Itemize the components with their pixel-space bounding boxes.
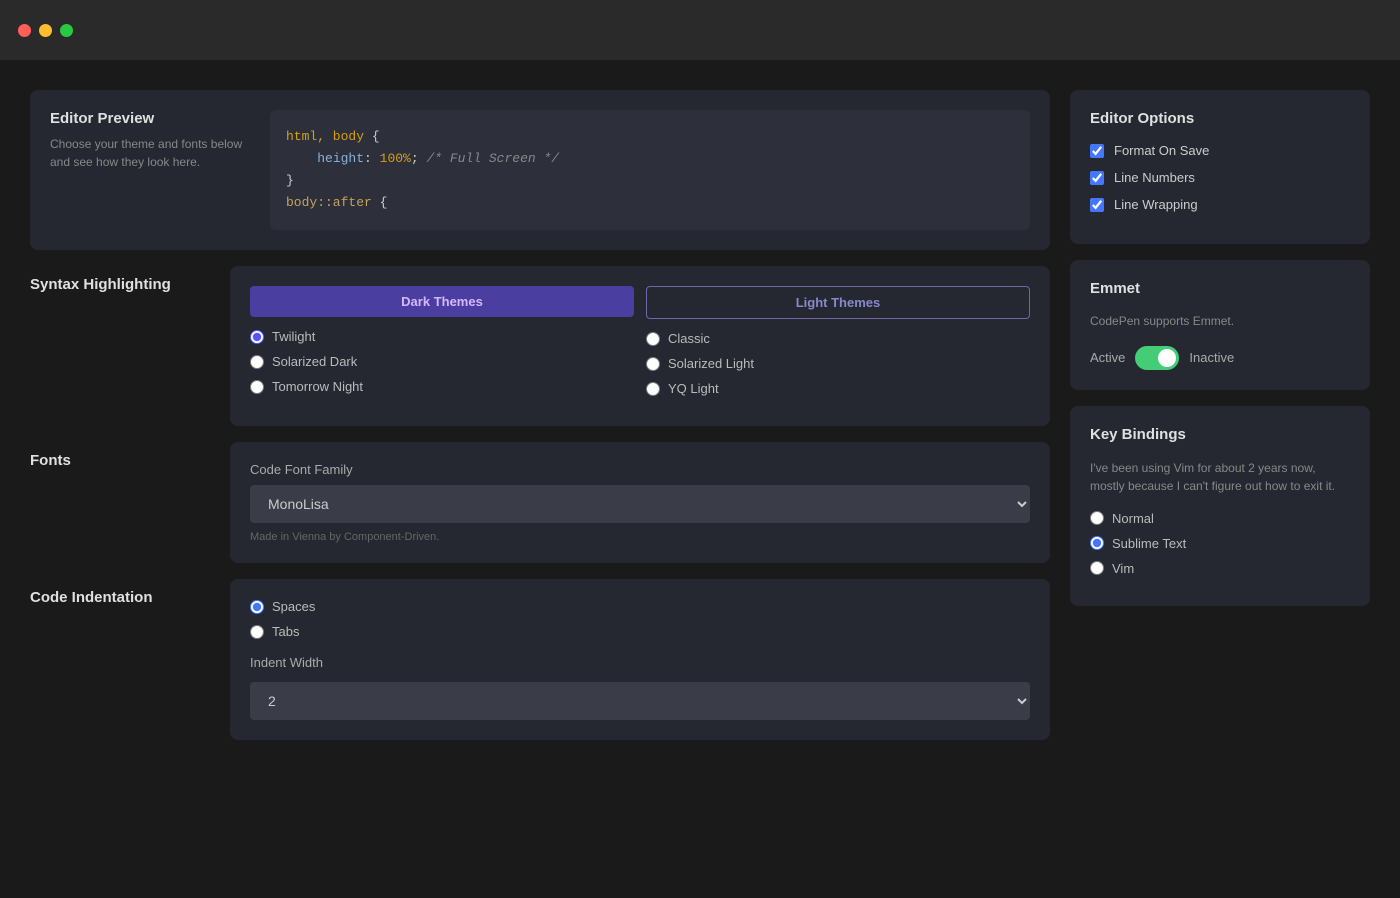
fonts-title: Fonts — [30, 452, 230, 469]
editor-options-card: Editor Options Format On Save Line Numbe… — [1070, 90, 1370, 244]
emmet-toggle[interactable] — [1135, 346, 1179, 370]
theme-solarized-dark-label: Solarized Dark — [272, 354, 357, 369]
emmet-card: Emmet CodePen supports Emmet. Active Ina… — [1070, 260, 1370, 390]
format-on-save-label: Format On Save — [1114, 143, 1209, 158]
indent-spaces-label: Spaces — [272, 599, 315, 614]
syntax-highlighting-content: Dark Themes Twilight Solarized Dark Tomo… — [230, 266, 1050, 426]
dark-themes-tab[interactable]: Dark Themes — [250, 286, 634, 317]
indent-spaces-option[interactable]: Spaces — [250, 599, 1030, 614]
line-wrapping-checkbox[interactable] — [1090, 198, 1104, 212]
themes-container: Dark Themes Twilight Solarized Dark Tomo… — [250, 286, 1030, 406]
emmet-description: CodePen supports Emmet. — [1090, 313, 1350, 330]
editor-preview-label: Editor Preview Choose your theme and fon… — [50, 110, 250, 230]
fonts-section: Fonts Code Font Family MonoLisa Fira Cod… — [30, 442, 1050, 563]
maximize-dot[interactable] — [60, 24, 73, 37]
code-indentation-title: Code Indentation — [30, 589, 230, 606]
close-dot[interactable] — [18, 24, 31, 37]
code-line-2: height: 100%; /* Full Screen */ — [286, 148, 1014, 170]
emmet-toggle-row: Active Inactive — [1090, 346, 1350, 370]
dark-themes-column: Dark Themes Twilight Solarized Dark Tomo… — [250, 286, 634, 406]
emmet-toggle-slider — [1135, 346, 1179, 370]
keybinding-vim-label: Vim — [1112, 561, 1134, 576]
syntax-highlighting-label: Syntax Highlighting — [30, 266, 230, 426]
font-hint: Made in Vienna by Component-Driven. — [250, 531, 1030, 543]
line-numbers-label: Line Numbers — [1114, 170, 1195, 185]
main-content: Editor Preview Choose your theme and fon… — [0, 60, 1400, 770]
indent-tabs-option[interactable]: Tabs — [250, 624, 1030, 639]
editor-preview-description: Choose your theme and fonts below and se… — [50, 135, 250, 171]
keybinding-sublime[interactable]: Sublime Text — [1090, 536, 1350, 551]
theme-twilight-label: Twilight — [272, 329, 315, 344]
left-panel: Editor Preview Choose your theme and fon… — [30, 90, 1050, 740]
code-line-4: body::after { — [286, 192, 1014, 214]
light-themes-column: Light Themes Classic Solarized Light YQ … — [646, 286, 1030, 406]
fonts-label: Fonts — [30, 442, 230, 563]
light-themes-tab[interactable]: Light Themes — [646, 286, 1030, 319]
keybinding-normal-label: Normal — [1112, 511, 1154, 526]
editor-preview-code: html, body { height: 100%; /* Full Scree… — [270, 110, 1030, 230]
indent-width-select[interactable]: 2 4 8 — [250, 682, 1030, 720]
line-wrapping-label: Line Wrapping — [1114, 197, 1198, 212]
code-line-1: html, body { — [286, 126, 1014, 148]
minimize-dot[interactable] — [39, 24, 52, 37]
right-panel: Editor Options Format On Save Line Numbe… — [1070, 90, 1370, 740]
line-numbers-option[interactable]: Line Numbers — [1090, 170, 1350, 185]
syntax-highlighting-section: Syntax Highlighting Dark Themes Twilight… — [30, 266, 1050, 426]
editor-preview-section: Editor Preview Choose your theme and fon… — [30, 90, 1050, 250]
format-on-save-checkbox[interactable] — [1090, 144, 1104, 158]
keybinding-sublime-label: Sublime Text — [1112, 536, 1186, 551]
editor-options-title: Editor Options — [1090, 110, 1350, 127]
theme-tomorrow-night[interactable]: Tomorrow Night — [250, 379, 634, 394]
keybinding-normal[interactable]: Normal — [1090, 511, 1350, 526]
code-line-3: } — [286, 170, 1014, 192]
format-on-save-option[interactable]: Format On Save — [1090, 143, 1350, 158]
code-font-family-label: Code Font Family — [250, 462, 1030, 477]
syntax-highlighting-title: Syntax Highlighting — [30, 276, 230, 293]
key-bindings-description: I've been using Vim for about 2 years no… — [1090, 459, 1350, 495]
theme-solarized-light-label: Solarized Light — [668, 356, 754, 371]
code-indentation-content: Spaces Tabs Indent Width 2 4 8 — [230, 579, 1050, 740]
emmet-inactive-label: Inactive — [1189, 350, 1234, 365]
indent-tabs-label: Tabs — [272, 624, 299, 639]
key-bindings-card: Key Bindings I've been using Vim for abo… — [1070, 406, 1370, 606]
emmet-title: Emmet — [1090, 280, 1350, 297]
keybinding-vim[interactable]: Vim — [1090, 561, 1350, 576]
theme-yq-light[interactable]: YQ Light — [646, 381, 1030, 396]
titlebar — [0, 0, 1400, 60]
theme-twilight[interactable]: Twilight — [250, 329, 634, 344]
theme-yq-light-label: YQ Light — [668, 381, 719, 396]
theme-solarized-light[interactable]: Solarized Light — [646, 356, 1030, 371]
fonts-content: Code Font Family MonoLisa Fira Code Sour… — [230, 442, 1050, 563]
emmet-active-label: Active — [1090, 350, 1125, 365]
code-indentation-section: Code Indentation Spaces Tabs Indent Widt… — [30, 579, 1050, 740]
font-family-select[interactable]: MonoLisa Fira Code Source Code Pro JetBr… — [250, 485, 1030, 523]
theme-tomorrow-night-label: Tomorrow Night — [272, 379, 363, 394]
line-numbers-checkbox[interactable] — [1090, 171, 1104, 185]
editor-preview-title: Editor Preview — [50, 110, 250, 127]
key-bindings-title: Key Bindings — [1090, 426, 1350, 443]
code-indentation-label: Code Indentation — [30, 579, 230, 740]
line-wrapping-option[interactable]: Line Wrapping — [1090, 197, 1350, 212]
theme-classic[interactable]: Classic — [646, 331, 1030, 346]
theme-classic-label: Classic — [668, 331, 710, 346]
theme-solarized-dark[interactable]: Solarized Dark — [250, 354, 634, 369]
indent-width-label: Indent Width — [250, 655, 1030, 670]
